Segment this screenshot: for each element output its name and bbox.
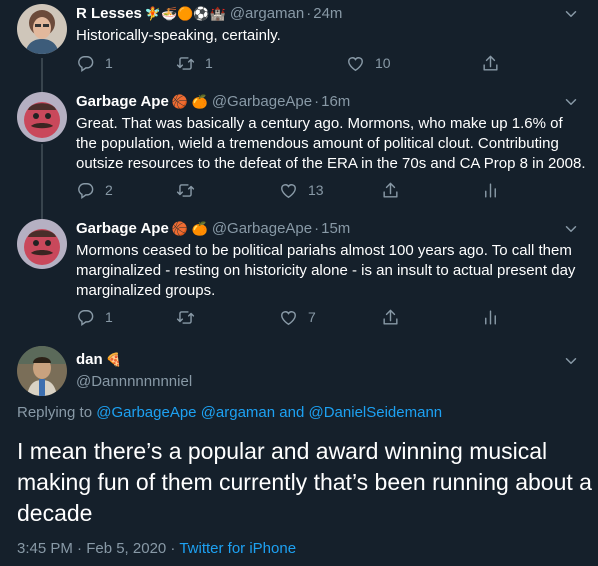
tweet-meta: 3:45 PM · Feb 5, 2020 · Twitter for iPho… [17,540,296,557]
like-button[interactable]: 10 [346,52,391,74]
retweet-button[interactable] [176,306,205,328]
avatar-image [17,219,67,269]
mention-link[interactable]: @argaman [201,404,275,421]
share-button[interactable] [481,52,500,74]
share-button[interactable] [381,179,400,201]
focused-tweet-text: I mean there’s a popular and award winni… [17,438,592,526]
like-button[interactable]: 7 [279,306,316,328]
reply-count: 1 [105,309,113,325]
thread-line [41,212,43,219]
chevron-down-icon[interactable] [562,5,580,23]
display-name[interactable]: R Lesses [76,5,142,22]
like-count: 10 [375,55,391,71]
share-icon [381,181,400,200]
tweet-header: Garbage Ape 🏀 🍊 @GarbageApe · 15m [76,219,350,239]
retweet-icon [176,308,195,327]
tweet-2[interactable]: Garbage Ape 🏀 🍊 @GarbageApe · 16m Great. Tha… [0,80,598,212]
timestamp[interactable]: 16m [321,93,350,110]
tweet-text: Great. That was basically a century ago.… [76,115,586,172]
share-icon [481,54,500,73]
timestamp[interactable]: 24m [313,5,342,22]
reply-button[interactable]: 2 [76,179,113,201]
avatar[interactable] [17,219,67,269]
handle-line: @Dannnnnnnniel [76,372,192,392]
share-icon [381,308,400,327]
avatar[interactable] [17,346,67,396]
like-count: 13 [308,182,324,198]
handle[interactable]: @GarbageApe [212,93,312,110]
avatar-image [17,92,67,142]
tweet-header: dan 🍕 [76,350,122,370]
action-bar: 1 7 [76,306,506,328]
display-name[interactable]: dan [76,351,103,368]
name-emoji: 🏀 🍊 [171,94,208,109]
like-icon [279,308,298,327]
retweet-count: 1 [205,55,213,71]
separator-dot: · [314,220,320,237]
chevron-down-icon[interactable] [562,93,580,111]
timestamp[interactable]: 15m [321,220,350,237]
avatar[interactable] [17,92,67,142]
handle[interactable]: @argaman [230,5,304,22]
display-name[interactable]: Garbage Ape [76,220,169,237]
avatar-image [17,4,67,54]
avatar[interactable] [17,4,67,54]
handle[interactable]: @Dannnnnnnniel [76,373,192,390]
like-count: 7 [308,309,316,325]
mention-conjunction: and [279,404,305,421]
mention-link[interactable]: @GarbageApe [96,404,196,421]
action-bar: 1 1 10 [76,52,506,74]
tweet-text: Mormons ceased to be political pariahs a… [76,242,576,299]
share-button[interactable] [381,306,400,328]
reply-icon [76,54,95,73]
retweet-icon [176,54,195,73]
like-icon [346,54,365,73]
reply-button[interactable]: 1 [76,306,113,328]
avatar-image [17,346,67,396]
reply-count: 1 [105,55,113,71]
analytics-button[interactable] [481,306,500,328]
like-icon [279,181,298,200]
handle[interactable]: @GarbageApe [212,220,312,237]
separator-dot: · [314,93,320,110]
name-emoji: 🏀 🍊 [171,221,208,236]
tweet-3[interactable]: Garbage Ape 🏀 🍊 @GarbageApe · 15m Mormons ce… [0,212,598,340]
retweet-button[interactable] [176,179,205,201]
tweet-1[interactable]: R Lesses 🧚🍜🟠⚽🏰 @argaman · 24m Historically-s… [0,0,598,84]
reply-icon [76,181,95,200]
retweet-button[interactable]: 1 [176,52,213,74]
tweet-header: R Lesses 🧚🍜🟠⚽🏰 @argaman · 24m [76,4,342,24]
mention-link[interactable]: @DanielSeidemann [309,404,443,421]
analytics-icon [481,181,500,200]
action-bar: 2 13 [76,179,506,201]
tweet-text: Historically-speaking, certainly. [76,27,281,44]
display-name[interactable]: Garbage Ape [76,93,169,110]
name-emoji: 🍕 [105,352,122,367]
chevron-down-icon[interactable] [562,220,580,238]
separator-dot: · [306,5,312,22]
tweet-header: Garbage Ape 🏀 🍊 @GarbageApe · 16m [76,92,350,112]
analytics-icon [481,308,500,327]
retweet-icon [176,181,195,200]
chevron-down-icon[interactable] [562,352,580,370]
reply-count: 2 [105,182,113,198]
reply-button[interactable]: 1 [76,52,113,74]
thread-line [41,80,43,92]
source-link[interactable]: Twitter for iPhone [179,540,296,557]
timestamp[interactable]: 3:45 PM · Feb 5, 2020 · [17,540,179,557]
like-button[interactable]: 13 [279,179,324,201]
name-emoji: 🧚🍜🟠⚽🏰 [144,6,226,21]
replying-to: Replying to @GarbageApe @argaman and @Da… [17,404,442,421]
replying-to-label: Replying to [17,404,93,421]
thread-line [41,144,43,212]
reply-icon [76,308,95,327]
analytics-button[interactable] [481,179,500,201]
